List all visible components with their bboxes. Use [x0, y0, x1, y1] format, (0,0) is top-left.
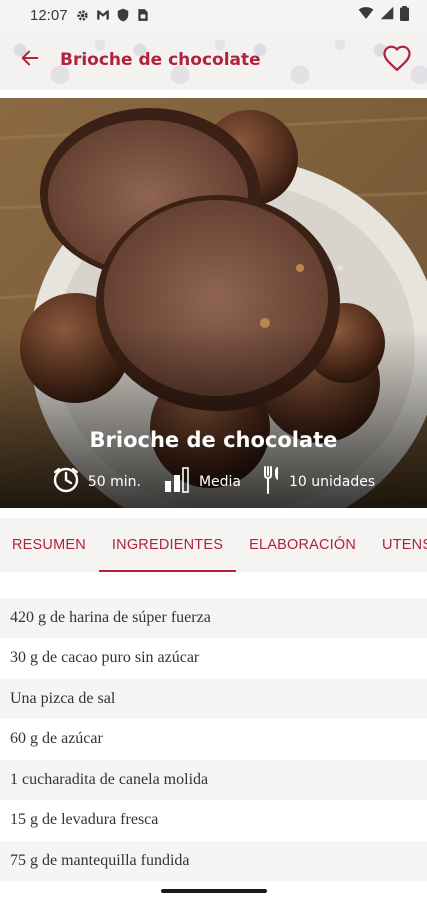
status-bar: 12:07 — [0, 0, 427, 30]
app-bar-divider — [0, 90, 427, 98]
shield-icon — [116, 8, 130, 22]
ingredient-list: 420 g de harina de súper fuerza 30 g de … — [0, 598, 427, 882]
favorite-button[interactable] — [367, 30, 427, 90]
timer-icon — [52, 466, 88, 498]
ingredient-item: Una pizca de sal — [0, 679, 427, 720]
recipe-hero: Brioche de chocolate 50 min. Media 10 un… — [0, 98, 427, 508]
home-handle[interactable] — [160, 889, 267, 893]
meta-time: 50 min. — [52, 466, 141, 498]
meta-servings-label: 10 unidades — [289, 474, 376, 490]
meta-difficulty: Media — [163, 467, 241, 497]
tab-utensilios[interactable]: UTENSILIOS — [369, 518, 427, 572]
wifi-icon — [358, 6, 374, 24]
ingredient-item: 1 cucharadita de canela molida — [0, 760, 427, 801]
difficulty-bars-icon — [163, 467, 199, 497]
ingredient-item: 75 g de mantequilla fundida — [0, 841, 427, 882]
gesture-nav-bar — [0, 882, 427, 900]
status-time: 12:07 — [30, 6, 68, 24]
heart-outline-icon — [382, 44, 412, 77]
arrow-left-icon — [19, 47, 41, 74]
recipe-title: Brioche de chocolate — [89, 428, 338, 452]
ingredient-item: 15 g de levadura fresca — [0, 801, 427, 841]
meta-time-label: 50 min. — [87, 474, 141, 490]
recipe-meta: 50 min. Media 10 unidades — [0, 466, 427, 498]
tab-ingredientes[interactable]: INGREDIENTES — [98, 518, 237, 572]
tab-elaboracion[interactable]: ELABORACIÓN — [236, 518, 369, 572]
fork-knife-icon — [263, 466, 289, 498]
ingredient-item: 420 g de harina de súper fuerza — [0, 598, 427, 639]
gear-icon — [76, 8, 90, 22]
back-button[interactable] — [0, 30, 60, 90]
gmail-icon — [96, 8, 110, 22]
signal-icon — [380, 6, 394, 24]
ingredient-item: 60 g de azúcar — [0, 720, 427, 760]
meta-servings: 10 unidades — [263, 466, 375, 498]
recipe-tabs: RESUMEN INGREDIENTES ELABORACIÓN UTENSIL… — [0, 518, 427, 572]
battery-icon — [400, 5, 409, 25]
sim-icon — [136, 8, 150, 22]
app-bar: Brioche de chocolate — [0, 30, 427, 90]
ingredient-item: 30 g de cacao puro sin azúcar — [0, 639, 427, 679]
app-bar-title: Brioche de chocolate — [60, 50, 261, 70]
meta-difficulty-label: Media — [198, 474, 241, 490]
tab-resumen[interactable]: RESUMEN — [0, 518, 99, 572]
